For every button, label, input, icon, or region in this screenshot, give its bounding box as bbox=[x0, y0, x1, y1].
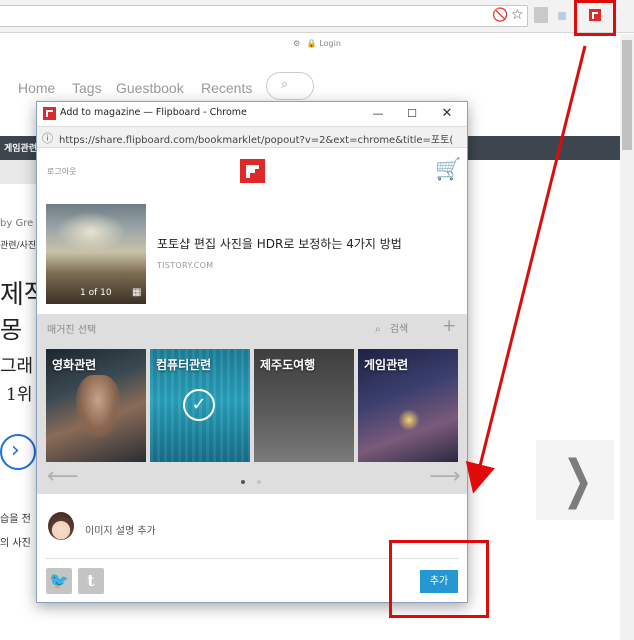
annotation-arrow bbox=[465, 45, 587, 494]
